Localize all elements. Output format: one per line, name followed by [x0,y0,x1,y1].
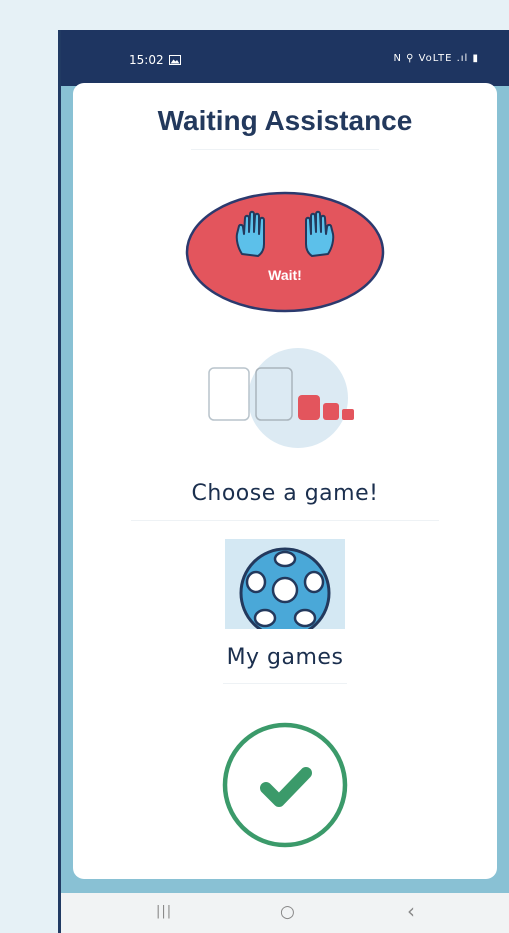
queue-illustration [208,348,354,448]
phone-frame: 15:02 N ⚲ VoLTE .ıl ▮ Waiting Assistance… [58,30,509,933]
raised-hands-icon [235,210,335,257]
soccer-ball-icon [239,547,331,629]
home-button[interactable]: ○ [280,902,295,922]
status-bar: 15:02 N ⚲ VoLTE .ıl ▮ [61,30,509,86]
my-games-label[interactable]: My games [73,645,497,670]
my-games-divider [223,683,347,684]
my-games-button[interactable] [225,539,345,629]
page-title: Waiting Assistance [157,105,413,136]
wait-label: Wait! [268,267,302,283]
choose-game-divider [131,520,439,521]
status-time: 15:02 [129,53,164,67]
android-nav-bar: ||| ○ ‹ [61,893,509,933]
recents-button[interactable]: ||| [156,904,172,919]
wait-button[interactable]: Wait! [185,191,385,313]
system-status-icons: N ⚲ VoLTE .ıl ▮ [393,53,479,64]
checkmark-icon [222,722,348,848]
title-divider [191,149,379,150]
main-card: Waiting Assistance Wait! Choose a game! [73,83,497,879]
choose-game-label[interactable]: Choose a game! [73,481,497,506]
back-button[interactable]: ‹ [407,899,415,923]
gallery-notification-icon [169,55,181,65]
confirm-button[interactable] [221,721,349,849]
